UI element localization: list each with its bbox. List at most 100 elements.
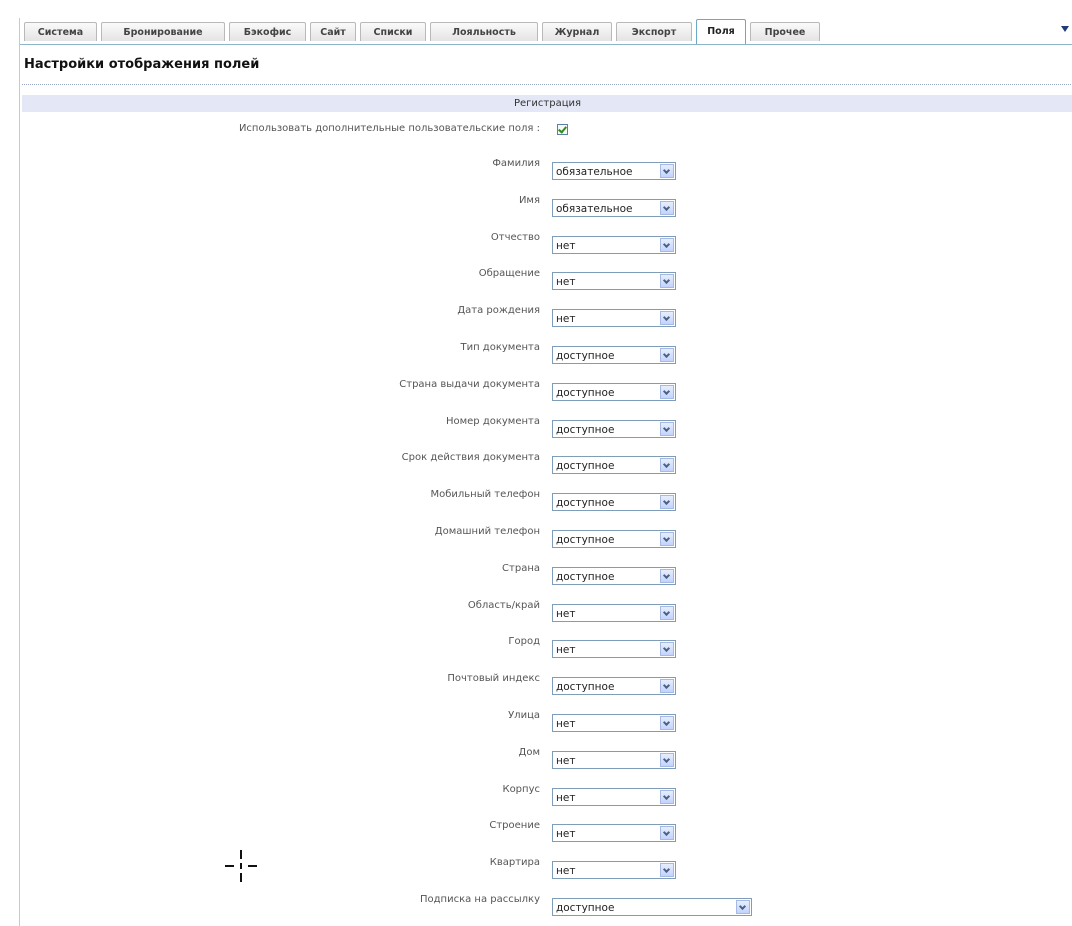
select-value: нет [556, 755, 576, 767]
tab-lists[interactable]: Списки [360, 22, 426, 41]
dropdown-arrow-icon[interactable] [660, 532, 674, 546]
dropdown-arrow-icon[interactable] [660, 458, 674, 472]
select-value: доступное [556, 681, 615, 693]
dropdown-arrow-icon[interactable] [660, 716, 674, 730]
select-value: нет [556, 313, 576, 325]
select-value: нет [556, 828, 576, 840]
field-label: Номер документа [445, 416, 540, 427]
tab-system[interactable]: Система [24, 22, 97, 41]
field-label: Мобильный телефон [430, 489, 540, 500]
select-value: нет [556, 865, 576, 877]
select-value: доступное [556, 460, 615, 472]
field-label: Область/край [467, 600, 540, 611]
field-visibility-select[interactable]: доступное [552, 677, 676, 695]
field-visibility-select[interactable]: доступное [552, 346, 676, 364]
dropdown-arrow-icon[interactable] [660, 495, 674, 509]
field-label: Домашний телефон [434, 526, 540, 537]
dropdown-arrow-icon[interactable] [660, 642, 674, 656]
field-visibility-select[interactable]: доступное [552, 420, 676, 438]
select-value: доступное [556, 902, 615, 914]
dropdown-arrow-icon[interactable] [660, 311, 674, 325]
tab-site[interactable]: Сайт [310, 22, 356, 41]
field-visibility-select[interactable]: обязательное [552, 199, 676, 217]
field-label: Тип документа [460, 342, 540, 353]
select-value: доступное [556, 534, 615, 546]
select-value: доступное [556, 387, 615, 399]
dropdown-arrow-icon[interactable] [660, 679, 674, 693]
dropdown-arrow-icon[interactable] [660, 826, 674, 840]
field-label: Срок действия документа [401, 452, 540, 463]
field-visibility-select[interactable]: нет [552, 861, 676, 879]
tab-fields[interactable]: Поля [696, 19, 746, 44]
field-label: Дата рождения [457, 305, 540, 316]
dropdown-arrow-icon[interactable] [660, 790, 674, 804]
dropdown-arrow-icon[interactable] [660, 348, 674, 362]
field-label: Корпус [502, 784, 540, 795]
dropdown-arrow-icon[interactable] [660, 201, 674, 215]
tab-journal[interactable]: Журнал [542, 22, 612, 41]
field-visibility-select[interactable]: нет [552, 824, 676, 842]
tab-bar: Система Бронирование Бэкофис Сайт Списки… [20, 18, 1072, 45]
field-label: Фамилия [492, 158, 540, 169]
field-visibility-select[interactable]: нет [552, 604, 676, 622]
dropdown-arrow-icon[interactable] [660, 569, 674, 583]
select-value: доступное [556, 497, 615, 509]
chevron-down-icon[interactable] [1061, 26, 1069, 32]
field-label: Подписка на рассылку [420, 894, 540, 905]
tab-loyalty[interactable]: Лояльность [430, 22, 538, 41]
field-visibility-select[interactable]: нет [552, 640, 676, 658]
settings-panel: Система Бронирование Бэкофис Сайт Списки… [19, 18, 1072, 926]
field-label: Дом [518, 747, 540, 758]
field-visibility-select[interactable]: доступное [552, 530, 676, 548]
field-visibility-select[interactable]: нет [552, 751, 676, 769]
field-label: Строение [489, 820, 540, 831]
field-visibility-select[interactable]: доступное [552, 456, 676, 474]
dropdown-arrow-icon[interactable] [660, 753, 674, 767]
dropdown-arrow-icon[interactable] [660, 385, 674, 399]
dropdown-arrow-icon[interactable] [660, 606, 674, 620]
field-visibility-select[interactable]: нет [552, 272, 676, 290]
select-value: доступное [556, 571, 615, 583]
tab-other[interactable]: Прочее [750, 22, 820, 41]
dropdown-arrow-icon[interactable] [660, 863, 674, 877]
tab-booking[interactable]: Бронирование [101, 22, 225, 41]
select-value: нет [556, 240, 576, 252]
select-value: нет [556, 608, 576, 620]
field-label: Страна [502, 563, 540, 574]
tab-backoffice[interactable]: Бэкофис [229, 22, 306, 41]
custom-fields-label: Использовать дополнительные пользователь… [238, 123, 540, 134]
select-value: нет [556, 718, 576, 730]
field-visibility-select[interactable]: доступное [552, 898, 752, 916]
field-visibility-select[interactable]: доступное [552, 493, 676, 511]
field-label: Отчество [490, 232, 540, 243]
field-label: Город [508, 636, 540, 647]
crosshair-cursor-icon [225, 850, 257, 882]
dropdown-arrow-icon[interactable] [660, 238, 674, 252]
field-label: Почтовый индекс [447, 673, 540, 684]
field-visibility-select[interactable]: нет [552, 788, 676, 806]
select-value: нет [556, 792, 576, 804]
field-visibility-select[interactable]: нет [552, 714, 676, 732]
section-header-registration: Регистрация [22, 95, 1072, 112]
dropdown-arrow-icon[interactable] [660, 164, 674, 178]
custom-fields-checkbox[interactable] [557, 124, 568, 135]
page-title: Настройки отображения полей [24, 57, 260, 72]
field-visibility-select[interactable]: доступное [552, 567, 676, 585]
field-visibility-select[interactable]: обязательное [552, 162, 676, 180]
select-value: доступное [556, 424, 615, 436]
field-label: Квартира [489, 857, 540, 868]
field-label: Обращение [478, 268, 540, 279]
field-label: Улица [508, 710, 540, 721]
select-value: нет [556, 644, 576, 656]
tab-export[interactable]: Экспорт [616, 22, 692, 41]
select-value: обязательное [556, 203, 633, 215]
field-visibility-select[interactable]: нет [552, 236, 676, 254]
dropdown-arrow-icon[interactable] [660, 274, 674, 288]
dropdown-arrow-icon[interactable] [660, 422, 674, 436]
select-value: нет [556, 276, 576, 288]
field-label: Страна выдачи документа [399, 379, 540, 390]
field-visibility-select[interactable]: доступное [552, 383, 676, 401]
field-label: Имя [518, 195, 540, 206]
field-visibility-select[interactable]: нет [552, 309, 676, 327]
dropdown-arrow-icon[interactable] [736, 900, 750, 914]
